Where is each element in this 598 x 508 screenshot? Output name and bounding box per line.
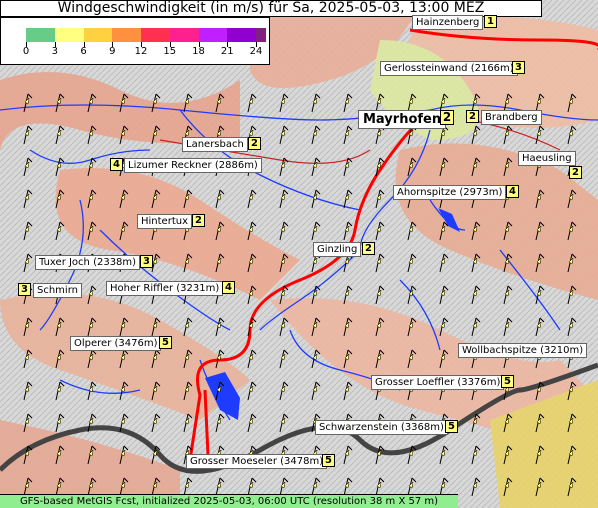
map-canvas[interactable]: Windgeschwindigkeit (in m/s) für Sa, 202… [0,0,598,508]
wind-badge-grosser-moeseler: 5 [322,454,335,467]
place-label-lizumer-reckner[interactable]: Lizumer Reckner (2886m) [124,158,262,173]
legend-tick-label: 24 [249,46,263,57]
legend-color-bar [26,28,266,42]
place-label-hoher-riffler[interactable]: Hoher Riffler (3231m) [106,281,224,296]
place-label-schmirn[interactable]: Schmirn [33,283,82,298]
legend-segment [169,28,199,42]
wind-badge-hintertux: 2 [192,214,205,227]
wind-badge-grosser-loeffler: 5 [501,375,514,388]
legend-tick-label: 15 [163,46,177,57]
wind-badge-haeusling: 2 [569,166,582,179]
forecast-footer: GFS-based MetGIS Fcst, initialized 2025-… [0,494,458,508]
place-label-ahornspitze[interactable]: Ahornspitze (2973m) [393,185,507,200]
legend-tick-label: 3 [51,46,58,57]
legend-tick-label: 18 [192,46,205,57]
legend-tick-label: 12 [134,46,148,57]
wind-badge-lanersbach: 2 [248,137,261,150]
legend-tick-label: 21 [220,46,234,57]
place-label-haeusling[interactable]: Haeusling [518,151,576,166]
place-label-hainzenberg[interactable]: Hainzenberg [412,15,484,30]
place-label-wollbachspitze[interactable]: Wollbachspitze (3210m) [458,343,588,358]
place-label-grosser-loeffler[interactable]: Grosser Loeffler (3376m) [371,375,505,390]
wind-speed-legend: 0 3 6 9 12 15 18 21 24 [0,17,270,65]
place-label-olperer[interactable]: Olperer (3476m) [70,336,162,351]
place-label-ginzling[interactable]: Ginzling [313,242,362,257]
legend-tick-label: 0 [22,46,30,57]
place-label-tuxer-joch[interactable]: Tuxer Joch (2338m) [35,255,141,270]
place-label-mayrhofen[interactable]: Mayrhofen [358,110,447,129]
wind-badge-schmirn: 3 [18,283,31,296]
wind-badge-brandberg: 2 [466,110,479,123]
legend-segment [141,28,170,42]
legend-segment [198,28,228,42]
place-label-brandberg[interactable]: Brandberg [481,110,542,125]
wind-badge-ginzling: 2 [362,242,375,255]
place-label-schwarzenstein[interactable]: Schwarzenstein (3368m) [315,420,448,435]
wind-badge-hainzenberg: 1 [484,15,497,28]
wind-badge-gerlossteinwand: 3 [512,61,525,74]
wind-badge-olperer: 5 [159,336,172,349]
wind-badge-schwarzenstein: 5 [445,420,458,433]
legend-segment [83,28,113,42]
legend-tick-label: 6 [80,46,87,57]
wind-badge-mayrhofen: 2 [440,110,454,125]
place-label-gerlossteinwand[interactable]: Gerlossteinwand (2166m) [380,61,518,76]
legend-segment [227,28,256,42]
place-label-lanersbach[interactable]: Lanersbach [182,137,248,152]
legend-segment [112,28,141,42]
place-label-grosser-moeseler[interactable]: Grosser Moeseler (3478m) [186,454,328,469]
legend-tick-label: 9 [109,46,116,57]
legend-segment [54,28,84,42]
place-label-hintertux[interactable]: Hintertux [137,214,192,229]
wind-badge-ahornspitze: 4 [506,185,519,198]
legend-segment [26,28,55,42]
wind-badge-tuxer-joch: 3 [140,255,153,268]
terrain-map [0,0,598,508]
legend-segment [256,28,266,42]
wind-badge-lizumer-reckner: 4 [110,158,123,171]
wind-badge-hoher-riffler: 4 [222,281,235,294]
